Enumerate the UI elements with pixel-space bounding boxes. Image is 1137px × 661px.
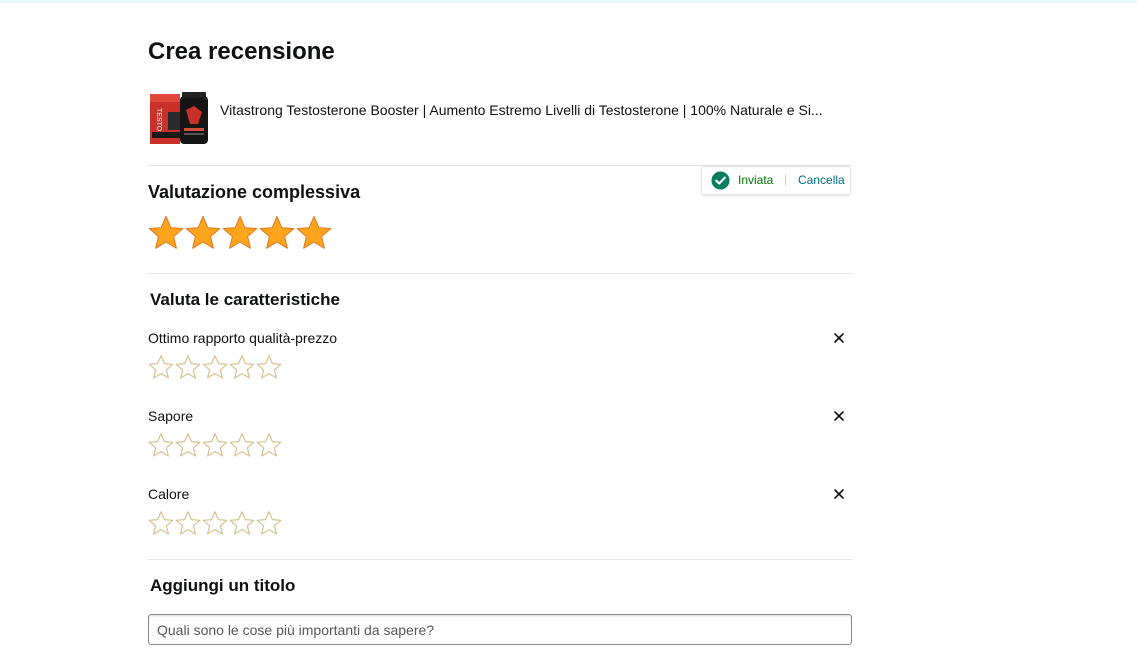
divider bbox=[148, 273, 852, 274]
empty-star-icon[interactable] bbox=[175, 510, 201, 536]
empty-star-icon[interactable] bbox=[148, 354, 174, 380]
empty-star-icon[interactable] bbox=[202, 354, 228, 380]
product-summary: TESTO Vitastrong Testosterone Booster | … bbox=[148, 90, 852, 148]
empty-star-icon[interactable] bbox=[175, 354, 201, 380]
empty-star-icon[interactable] bbox=[229, 432, 255, 458]
empty-star-icon[interactable] bbox=[148, 510, 174, 536]
divider bbox=[148, 559, 852, 560]
rating-submitted-toast: Inviata | Cancella bbox=[701, 166, 851, 195]
cancel-rating-link[interactable]: Cancella bbox=[798, 173, 845, 187]
empty-star-icon[interactable] bbox=[175, 432, 201, 458]
close-icon[interactable] bbox=[832, 487, 846, 501]
check-circle-icon bbox=[711, 171, 730, 190]
close-icon[interactable] bbox=[832, 409, 846, 423]
separator: | bbox=[784, 172, 788, 186]
review-title-input[interactable] bbox=[148, 614, 852, 645]
feature-label-heat: Calore bbox=[148, 486, 190, 502]
empty-star-icon[interactable] bbox=[202, 432, 228, 458]
empty-star-icon[interactable] bbox=[202, 510, 228, 536]
star-3-icon[interactable] bbox=[222, 215, 258, 251]
star-5-icon[interactable] bbox=[296, 215, 332, 251]
product-thumbnail: TESTO bbox=[150, 92, 208, 144]
empty-star-icon[interactable] bbox=[256, 432, 282, 458]
empty-star-icon[interactable] bbox=[229, 510, 255, 536]
feature-label-value: Ottimo rapporto qualità-prezzo bbox=[148, 330, 338, 346]
submitted-label: Inviata bbox=[738, 173, 774, 187]
overall-rating-heading: Valutazione complessiva bbox=[148, 182, 361, 202]
page-title: Crea recensione bbox=[148, 38, 335, 65]
feature-label-taste: Sapore bbox=[148, 408, 194, 424]
svg-text:TESTO: TESTO bbox=[155, 108, 162, 132]
star-1-icon[interactable] bbox=[148, 215, 184, 251]
headline-heading: Aggiungi un titolo bbox=[150, 576, 296, 595]
empty-star-icon[interactable] bbox=[256, 354, 282, 380]
product-title[interactable]: Vitastrong Testosterone Booster | Aument… bbox=[220, 102, 823, 118]
empty-star-icon[interactable] bbox=[256, 510, 282, 536]
empty-star-icon[interactable] bbox=[229, 354, 255, 380]
features-heading: Valuta le caratteristiche bbox=[150, 290, 340, 309]
top-strip bbox=[0, 0, 1137, 3]
close-icon[interactable] bbox=[832, 331, 846, 345]
star-2-icon[interactable] bbox=[185, 215, 221, 251]
empty-star-icon[interactable] bbox=[148, 432, 174, 458]
star-4-icon[interactable] bbox=[259, 215, 295, 251]
